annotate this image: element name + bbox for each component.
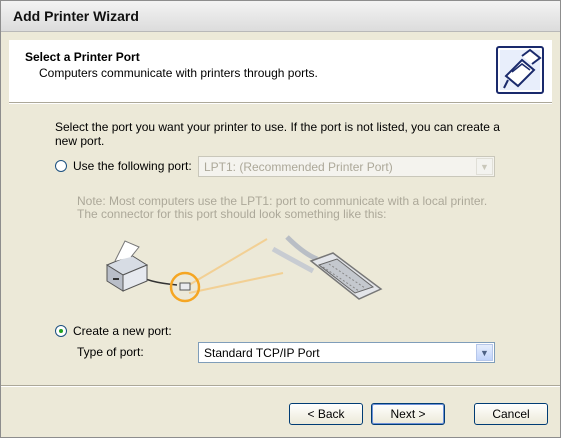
- port-type-value: Standard TCP/IP Port: [204, 345, 320, 360]
- db25-connector-icon: [271, 235, 383, 300]
- cancel-button[interactable]: Cancel: [474, 403, 548, 425]
- chevron-down-icon[interactable]: ▼: [476, 344, 493, 361]
- use-port-option[interactable]: Use the following port:: [55, 159, 192, 173]
- create-port-label: Create a new port:: [73, 324, 172, 338]
- chevron-down-icon: ▼: [476, 158, 493, 175]
- title-bar[interactable]: Add Printer Wizard: [1, 1, 560, 32]
- lpt-connector-illustration: [105, 235, 383, 303]
- header-title: Select a Printer Port: [25, 50, 140, 64]
- header-divider: [9, 102, 552, 104]
- next-button[interactable]: Next >: [371, 403, 445, 425]
- port-type-label: Type of port:: [77, 345, 144, 359]
- printer-icon: [105, 240, 149, 292]
- footer-divider: [1, 385, 560, 387]
- use-port-label: Use the following port:: [73, 159, 192, 173]
- printer-port-icon: [496, 46, 544, 94]
- port-note: Note: Most computers use the LPT1: port …: [77, 194, 488, 221]
- create-port-radio[interactable]: [55, 325, 67, 337]
- header-subtitle: Computers communicate with printers thro…: [39, 66, 318, 80]
- wizard-header: Select a Printer Port Computers communic…: [9, 40, 552, 102]
- instructions-text: Select the port you want your printer to…: [55, 120, 500, 148]
- port-select-value: LPT1: (Recommended Printer Port): [204, 159, 393, 174]
- port-type-select[interactable]: Standard TCP/IP Port ▼: [198, 342, 495, 363]
- use-port-radio[interactable]: [55, 160, 67, 172]
- create-port-option[interactable]: Create a new port:: [55, 324, 172, 338]
- back-button[interactable]: < Back: [289, 403, 363, 425]
- wizard-window: Add Printer Wizard Select a Printer Port…: [0, 0, 561, 438]
- window-title: Add Printer Wizard: [13, 8, 139, 24]
- port-select[interactable]: LPT1: (Recommended Printer Port) ▼: [198, 156, 495, 177]
